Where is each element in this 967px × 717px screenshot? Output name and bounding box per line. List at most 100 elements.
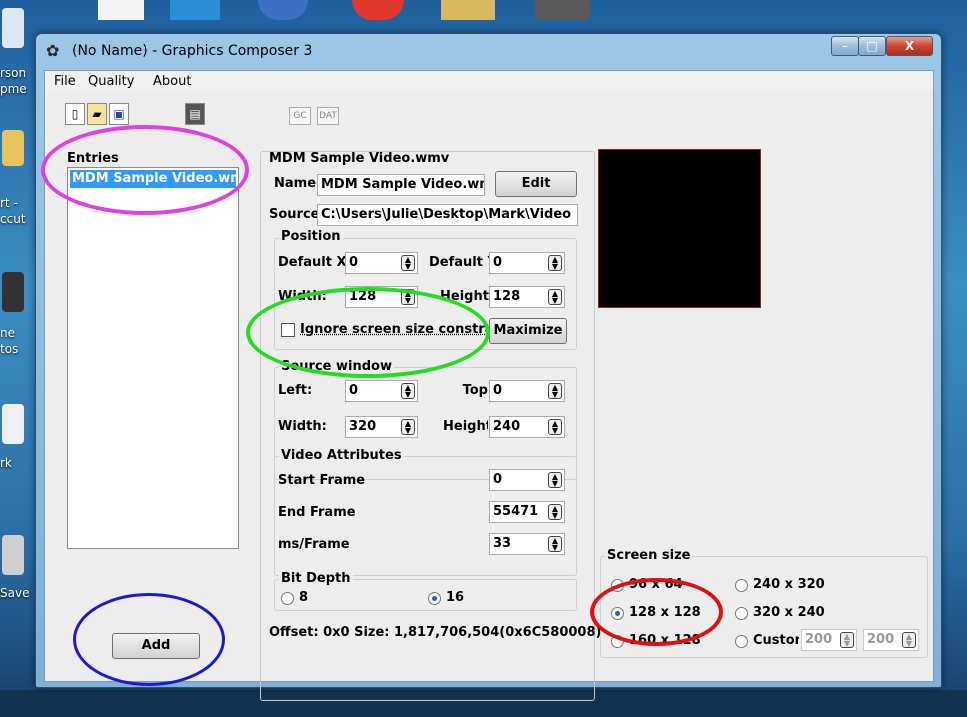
start-frame-value: 0	[493, 472, 503, 487]
video-attributes-title: Video Attributes	[279, 448, 404, 463]
bit-depth-16-radio[interactable]	[428, 592, 441, 605]
height-value: 128	[493, 289, 521, 304]
minimize-button[interactable]: –	[831, 36, 859, 56]
title-bar[interactable]: ✿ (No Name) - Graphics Composer 3 – □ X	[36, 34, 941, 68]
custom-width-value: 200	[805, 632, 833, 647]
custom-height-value: 200	[867, 632, 895, 647]
spin-arrows-icon[interactable]: ▲ ▼	[548, 536, 562, 552]
menu-file[interactable]: File	[54, 74, 76, 89]
save-disk-icon[interactable]: ▣	[109, 103, 129, 125]
top-value: 0	[493, 383, 503, 398]
height-stepper[interactable]: 128 ▲ ▼	[489, 286, 565, 308]
default-x-stepper[interactable]: 0 ▲ ▼	[345, 252, 418, 274]
desktop-phone-icon[interactable]	[2, 272, 24, 312]
spin-arrows-icon[interactable]: ▲ ▼	[902, 632, 916, 648]
position-title: Position	[279, 229, 343, 244]
default-x-value: 0	[349, 255, 359, 270]
app-icon: ✿	[46, 41, 60, 60]
custom-width-stepper[interactable]: 200 ▲ ▼	[801, 629, 857, 651]
desktop-label: ne	[0, 326, 15, 340]
custom-height-stepper[interactable]: 200 ▲ ▼	[863, 629, 919, 651]
screen-size-title: Screen size	[605, 548, 693, 563]
desktop-label: rk	[0, 456, 12, 470]
name-label: Name	[274, 176, 317, 191]
desktop-app-icon[interactable]	[2, 535, 24, 575]
source-width-stepper[interactable]: 320 ▲ ▼	[345, 416, 418, 438]
end-frame-value: 55471	[493, 504, 539, 519]
name-input[interactable]: MDM Sample Video.wn	[317, 174, 485, 196]
desktop-folder-icon[interactable]	[2, 130, 24, 166]
start-frame-stepper[interactable]: 0 ▲ ▼	[489, 469, 565, 491]
spin-arrows-icon[interactable]: ▲ ▼	[840, 632, 854, 648]
source-width-label: Width:	[278, 419, 327, 434]
menu-bar: File Quality About	[45, 71, 933, 93]
maximize-size-button[interactable]: Maximize	[489, 318, 567, 344]
blue-annotation-circle	[73, 593, 225, 686]
open-folder-icon[interactable]: ▰	[87, 103, 107, 125]
desktop-word-icon[interactable]	[98, 0, 144, 20]
source-height-stepper[interactable]: 240 ▲ ▼	[489, 416, 565, 438]
end-frame-label: End Frame	[278, 505, 356, 520]
spin-arrows-icon[interactable]: ▲ ▼	[548, 419, 562, 435]
video-preview	[598, 149, 761, 308]
desktop-label: rson	[0, 66, 27, 80]
desktop-chrome-icon[interactable]	[352, 0, 404, 20]
gc-button[interactable]: GC	[289, 107, 311, 125]
source-input[interactable]: C:\Users\Julie\Desktop\Mark\Video	[317, 204, 578, 226]
desktop-skype-icon[interactable]	[170, 0, 220, 20]
desktop-file-icon[interactable]	[2, 404, 24, 444]
left-stepper[interactable]: 0 ▲ ▼	[345, 380, 418, 402]
spin-arrows-icon[interactable]: ▲ ▼	[548, 504, 562, 520]
red-annotation-circle	[590, 578, 723, 646]
screen-size-custom-radio[interactable]	[735, 635, 748, 648]
edit-button[interactable]: Edit	[495, 171, 577, 197]
menu-about[interactable]: About	[153, 74, 191, 89]
source-width-value: 320	[349, 419, 377, 434]
top-stepper[interactable]: 0 ▲ ▼	[489, 380, 565, 402]
maximize-button[interactable]: □	[858, 36, 886, 56]
screen-size-240x320-label: 240 x 320	[753, 577, 825, 592]
default-y-label: Default Y	[429, 255, 489, 270]
spin-arrows-icon[interactable]: ▲ ▼	[548, 383, 562, 399]
left-label: Left:	[278, 383, 313, 398]
film-icon[interactable]: ▤	[185, 103, 205, 125]
top-label: Top	[462, 383, 488, 398]
desktop-label: rt -	[0, 196, 18, 210]
window-title: (No Name) - Graphics Composer 3	[72, 43, 313, 59]
bit-depth-8-radio[interactable]	[281, 592, 294, 605]
desktop-label: ccut	[0, 212, 26, 226]
desktop-app-icon[interactable]	[258, 0, 308, 20]
default-y-stepper[interactable]: 0 ▲ ▼	[489, 252, 565, 274]
menu-quality[interactable]: Quality	[88, 74, 134, 89]
ms-frame-stepper[interactable]: 33 ▲ ▼	[489, 533, 565, 555]
new-file-icon[interactable]: ▯	[65, 103, 85, 125]
spin-arrows-icon[interactable]: ▲ ▼	[401, 255, 415, 271]
desktop-document-icon[interactable]	[2, 8, 24, 48]
start-frame-label: Start Frame	[278, 473, 366, 488]
bit-depth-title: Bit Depth	[279, 571, 353, 586]
source-height-label: Height	[443, 419, 488, 434]
close-button[interactable]: X	[886, 36, 933, 56]
ms-frame-label: ms/Frame	[278, 537, 350, 552]
end-frame-stepper[interactable]: 55471 ▲ ▼	[489, 501, 565, 523]
spin-arrows-icon[interactable]: ▲ ▼	[548, 472, 562, 488]
spin-arrows-icon[interactable]: ▲ ▼	[401, 419, 415, 435]
bit-depth-16-label: 16	[446, 590, 465, 605]
desktop-label: Save	[0, 586, 30, 600]
spin-arrows-icon[interactable]: ▲ ▼	[401, 383, 415, 399]
screen-size-320x240-label: 320 x 240	[753, 605, 825, 620]
desktop-app-icon[interactable]	[535, 0, 590, 20]
screen-size-custom-label: Custom	[753, 633, 799, 648]
spin-arrows-icon[interactable]: ▲ ▼	[548, 289, 562, 305]
entries-list[interactable]: MDM Sample Video.wmv	[67, 167, 239, 549]
desktop-label: pme	[0, 82, 27, 96]
screen-size-240x320-radio[interactable]	[735, 579, 748, 592]
desktop-photo-icon[interactable]	[441, 0, 495, 20]
source-height-value: 240	[493, 419, 521, 434]
magenta-annotation-circle	[41, 125, 249, 215]
spin-arrows-icon[interactable]: ▲ ▼	[548, 255, 562, 271]
default-y-value: 0	[493, 255, 503, 270]
dat-button[interactable]: DAT	[317, 107, 339, 125]
screen-size-320x240-radio[interactable]	[735, 607, 748, 620]
left-value: 0	[349, 383, 359, 398]
